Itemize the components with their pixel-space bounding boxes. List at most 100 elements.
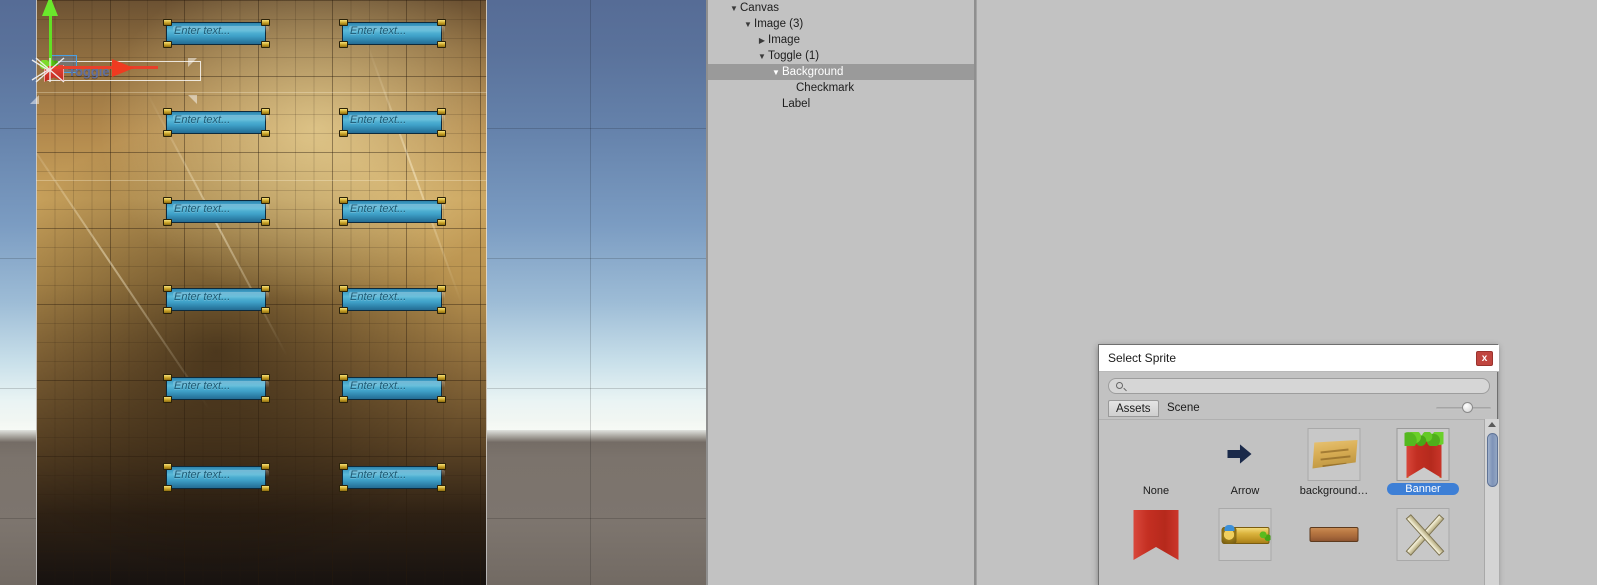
select-sprite-dialog[interactable]: Select Sprite x Assets Scene None Arrow (1098, 344, 1499, 585)
input-field-scroll[interactable]: Enter text... (338, 108, 446, 137)
arrow-sprite-icon (1227, 444, 1252, 464)
resize-handle-icon[interactable] (188, 58, 197, 67)
scroll-cap-icon (163, 108, 172, 115)
hierarchy-item-label: Label (782, 98, 811, 110)
banner-sprite-icon (1404, 432, 1444, 479)
sprite-thumbnail (1396, 428, 1450, 481)
scroll-cap-icon (437, 374, 446, 381)
scroll-cap-icon (163, 130, 172, 137)
input-field-placeholder: Enter text... (174, 469, 231, 481)
hierarchy-item-label: Toggle (1) (768, 50, 820, 62)
input-field-scroll[interactable]: Enter text... (338, 463, 446, 492)
scroll-cap-icon (163, 485, 172, 492)
scroll-cap-icon (437, 197, 446, 204)
input-field-scroll[interactable]: Enter text... (338, 197, 446, 226)
input-field-placeholder: Enter text... (174, 114, 231, 126)
scroll-cap-icon (437, 463, 446, 470)
scroll-cap-icon (437, 19, 446, 26)
scroll-cap-icon (339, 197, 348, 204)
sprite-label: background… (1299, 485, 1369, 497)
sprite-item-banner-red[interactable] (1113, 508, 1199, 585)
scroll-cap-icon (261, 219, 270, 226)
hierarchy-item-label[interactable]: Label (708, 96, 974, 112)
chevron-down-icon[interactable]: ▼ (742, 17, 754, 33)
sprite-item-none[interactable]: None (1113, 428, 1199, 506)
hierarchy-item-label: Canvas (740, 2, 779, 14)
sprite-grid-scrollbar[interactable] (1484, 419, 1499, 585)
sprite-search-input[interactable] (1108, 378, 1490, 394)
scroll-cap-icon (261, 485, 270, 492)
input-field-scroll[interactable]: Enter text... (338, 374, 446, 403)
scroll-cap-icon (339, 485, 348, 492)
sprite-item-swords[interactable] (1380, 508, 1466, 585)
input-field-scroll[interactable]: Enter text... (338, 285, 446, 314)
input-field-scroll[interactable]: Enter text... (162, 108, 270, 137)
hierarchy-item-toggle-1[interactable]: ▼ Toggle (1) (708, 48, 974, 64)
scroll-cap-icon (261, 285, 270, 292)
hierarchy-item-background[interactable]: ▼ Background (708, 64, 974, 80)
resize-handle-icon[interactable] (188, 95, 197, 104)
scroll-cap-icon (339, 396, 348, 403)
gizmo-rotate-handle-icon[interactable] (28, 56, 72, 84)
input-field-placeholder: Enter text... (350, 114, 407, 126)
sprite-grid[interactable]: None Arrow background… Banner (1099, 419, 1484, 585)
scroll-cap-icon (339, 19, 348, 26)
brown-bar-sprite-icon (1309, 527, 1359, 542)
close-icon[interactable]: x (1476, 351, 1493, 366)
input-field-placeholder: Enter text... (174, 203, 231, 215)
sprite-item-gold-bar[interactable] (1202, 508, 1288, 585)
input-field-scroll[interactable]: Enter text... (162, 285, 270, 314)
thumbnail-zoom-knob[interactable] (1462, 402, 1473, 413)
scroll-cap-icon (261, 19, 270, 26)
tab-scene[interactable]: Scene (1160, 400, 1207, 417)
scrollbar-thumb[interactable] (1487, 433, 1498, 487)
scroll-cap-icon (437, 396, 446, 403)
scroll-cap-icon (163, 374, 172, 381)
gizmo-x-arrowhead-icon[interactable] (112, 59, 134, 77)
chevron-down-icon[interactable]: ▼ (756, 49, 768, 65)
input-field-placeholder: Enter text... (350, 203, 407, 215)
dialog-titlebar: Select Sprite x (1099, 345, 1499, 372)
scroll-cap-icon (437, 307, 446, 314)
sprite-thumbnail (1308, 508, 1361, 561)
input-field-placeholder: Enter text... (350, 469, 407, 481)
scroll-cap-icon (261, 197, 270, 204)
hierarchy-item-image[interactable]: ▶ Image (708, 32, 974, 48)
hierarchy-item-label: Checkmark (796, 82, 855, 94)
hierarchy-item-canvas[interactable]: ▼ Canvas (708, 0, 974, 16)
gizmo-y-arrowhead-icon[interactable] (42, 0, 58, 16)
crossed-swords-sprite-icon (1402, 512, 1447, 558)
scroll-up-icon[interactable] (1488, 422, 1496, 427)
chevron-right-icon[interactable]: ▶ (756, 33, 768, 49)
scroll-cap-icon (437, 285, 446, 292)
scroll-cap-icon (261, 130, 270, 137)
input-field-scroll[interactable]: Enter text... (162, 374, 270, 403)
resize-handle-icon[interactable] (30, 95, 39, 104)
input-field-scroll[interactable]: Enter text... (162, 463, 270, 492)
sprite-item-arrow[interactable]: Arrow (1202, 428, 1288, 506)
chevron-down-icon[interactable]: ▼ (728, 1, 740, 17)
scroll-cap-icon (163, 197, 172, 204)
sprite-thumbnail (1130, 428, 1183, 481)
tab-assets[interactable]: Assets (1108, 400, 1159, 417)
input-field-placeholder: Enter text... (350, 380, 407, 392)
sprite-label-selected: Banner (1387, 483, 1459, 495)
sprite-label: Arrow (1230, 485, 1260, 497)
input-field-scroll[interactable]: Enter text... (338, 19, 446, 48)
input-field-placeholder: Enter text... (174, 380, 231, 392)
scroll-cap-icon (261, 396, 270, 403)
sprite-item-banner[interactable]: Banner (1380, 428, 1466, 506)
hierarchy-item-image-3[interactable]: ▼ Image (3) (708, 16, 974, 32)
input-field-scroll[interactable]: Enter text... (162, 197, 270, 226)
sprite-item-brown-bar[interactable] (1291, 508, 1377, 585)
input-field-placeholder: Enter text... (174, 291, 231, 303)
hierarchy-panel[interactable]: ▼ Canvas ▼ Image (3) ▶ Image ▼ Toggle (1) ▼ B… (706, 0, 976, 585)
gold-bar-sprite-icon (1221, 525, 1271, 544)
chevron-down-icon[interactable]: ▼ (770, 65, 782, 81)
scene-view[interactable]: Enter text... Enter text... Enter text..… (0, 0, 706, 585)
scroll-cap-icon (163, 463, 172, 470)
sprite-item-background[interactable]: background… (1291, 428, 1377, 506)
input-field-scroll[interactable]: Enter text... (162, 19, 270, 48)
hierarchy-item-label: Image (3) (754, 18, 804, 30)
hierarchy-item-checkmark[interactable]: Checkmark (708, 80, 974, 96)
